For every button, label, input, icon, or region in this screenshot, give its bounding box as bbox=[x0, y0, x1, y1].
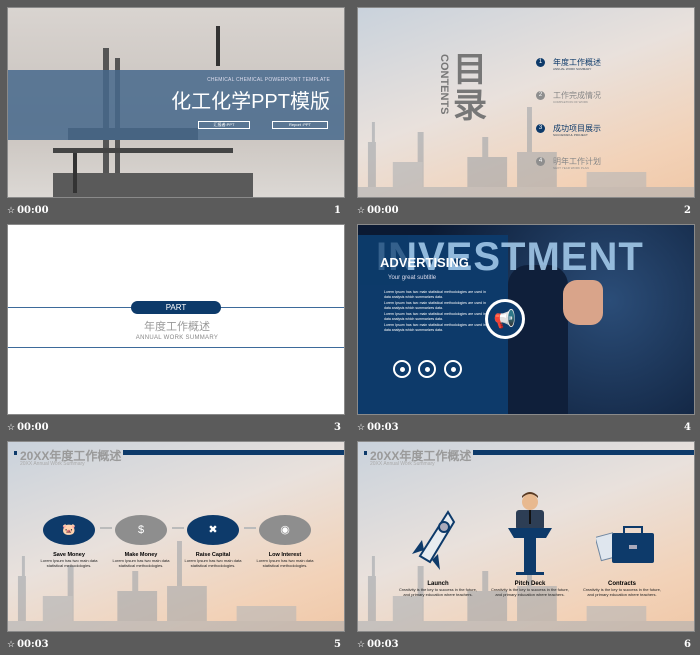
slide-thumbnail-6[interactable]: 20XX年度工作概述 20XX Annual Work Summary Laun… bbox=[357, 441, 695, 655]
slide-thumbnail-5[interactable]: 20XX年度工作概述 20XX Annual Work Summary 🐷 $ … bbox=[7, 441, 345, 655]
step-save-money: Save Money Lorem Ipsum has two main data … bbox=[40, 552, 98, 568]
slide-5: 20XX年度工作概述 20XX Annual Work Summary 🐷 $ … bbox=[7, 441, 345, 632]
contents-label: CONTENTS bbox=[438, 54, 450, 115]
megaphone-icon: 📢 bbox=[485, 299, 525, 339]
slide-timing: 00:00 bbox=[367, 205, 399, 216]
circle-icon bbox=[393, 360, 411, 378]
slide-number: 4 bbox=[684, 422, 691, 433]
refinery-silhouette bbox=[358, 107, 694, 197]
slide-number: 6 bbox=[684, 639, 691, 650]
slide-thumbnail-4[interactable]: INVESTMENT ADVERTISING Your great subtit… bbox=[357, 224, 695, 438]
step-low-interest: Low Interest Lorem Ipsum has two main dat… bbox=[256, 552, 314, 568]
section-title: 年度工作概述 bbox=[144, 321, 210, 333]
briefcase-icon bbox=[596, 526, 654, 563]
slide-timing: 00:03 bbox=[367, 422, 399, 433]
slide-header-en: 20XX Annual Work Summary bbox=[20, 461, 85, 467]
slide-2: CONTENTS 目录 1 年度工作概述 ANNUAL WORK SUMMARY 2… bbox=[357, 7, 695, 198]
item-pitch-deck: Pitch Deck Creativity is the key to succe… bbox=[490, 581, 570, 597]
slide-number: 3 bbox=[334, 422, 341, 433]
animation-star-icon: ☆ bbox=[357, 423, 366, 433]
rocket-icon bbox=[412, 510, 456, 570]
slide-timing: 00:00 bbox=[17, 422, 49, 433]
item-launch: Launch Creativity is the key to success i… bbox=[398, 581, 478, 597]
header-bar bbox=[123, 450, 344, 455]
divider-line bbox=[8, 347, 344, 348]
slide-header-en: 20XX Annual Work Summary bbox=[370, 461, 435, 467]
header-bar bbox=[473, 450, 694, 455]
circle-icon bbox=[418, 360, 436, 378]
slide-footer: ☆ 00:03 5 bbox=[7, 639, 345, 653]
slide-thumbnail-1[interactable]: CHEMICAL CHEMICAL POWERPOINT TEMPLATE 化工… bbox=[7, 7, 345, 221]
businessman-image bbox=[508, 265, 568, 414]
slide-footer: ☆ 00:03 4 bbox=[357, 422, 695, 436]
animation-star-icon: ☆ bbox=[7, 206, 16, 216]
slide-footer: ☆ 00:00 3 bbox=[7, 422, 345, 436]
contents-title: 目录 bbox=[453, 51, 487, 125]
slide-timing: 00:00 bbox=[17, 205, 49, 216]
slide-thumbnail-3[interactable]: PART 年度工作概述 ANNUAL WORK SUMMARY ☆ 00:00 3 bbox=[7, 224, 345, 438]
slide-4: INVESTMENT ADVERTISING Your great subtit… bbox=[357, 224, 695, 415]
presenter-button: 汇报者:PPT bbox=[198, 121, 250, 129]
slide-footer: ☆ 00:03 6 bbox=[357, 639, 695, 653]
report-button: Report :PPT bbox=[272, 121, 328, 129]
slide-timing: 00:03 bbox=[17, 639, 49, 650]
animation-star-icon: ☆ bbox=[7, 423, 16, 433]
circle-icon bbox=[444, 360, 462, 378]
slide-6: 20XX年度工作概述 20XX Annual Work Summary Laun… bbox=[357, 441, 695, 632]
template-subtitle: CHEMICAL CHEMICAL POWERPOINT TEMPLATE bbox=[207, 77, 330, 83]
slide-footer: ☆ 00:00 2 bbox=[357, 205, 695, 219]
slide-subtitle: Your great subtitle bbox=[388, 275, 437, 281]
slide-1: CHEMICAL CHEMICAL POWERPOINT TEMPLATE 化工… bbox=[7, 7, 345, 198]
capital-icon: ✖ bbox=[187, 515, 239, 545]
slide-timing: 00:03 bbox=[367, 639, 399, 650]
slide-number: 5 bbox=[334, 639, 341, 650]
animation-star-icon: ☆ bbox=[357, 206, 366, 216]
slide-number: 1 bbox=[334, 205, 341, 216]
item-contracts: Contracts Creativity is the key to succes… bbox=[582, 581, 662, 597]
slide-3: PART 年度工作概述 ANNUAL WORK SUMMARY bbox=[7, 224, 345, 415]
money-hand-icon: $ bbox=[115, 515, 167, 545]
speaker-podium-icon bbox=[508, 492, 552, 575]
slide-title: 化工化学PPT模版 bbox=[171, 91, 330, 113]
step-raise-capital: Raise Capital Lorem Ipsum has two main da… bbox=[184, 552, 242, 568]
body-text: Lorem Ipsum has two main statistical met… bbox=[384, 290, 486, 332]
part-badge: PART bbox=[131, 301, 221, 314]
coins-icon: ◉ bbox=[259, 515, 311, 545]
slide-number: 2 bbox=[684, 205, 691, 216]
section-subtitle: ANNUAL WORK SUMMARY bbox=[135, 335, 219, 341]
slide-footer: ☆ 00:00 1 bbox=[7, 205, 345, 219]
step-make-money: Make Money Lorem Ipsum has two main data … bbox=[112, 552, 170, 568]
animation-star-icon: ☆ bbox=[357, 640, 366, 650]
pointing-hand bbox=[563, 280, 603, 325]
piggy-bank-icon: 🐷 bbox=[43, 515, 95, 545]
slide-title: ADVERTISING bbox=[380, 255, 469, 270]
refinery-silhouette bbox=[8, 541, 344, 631]
animation-star-icon: ☆ bbox=[7, 640, 16, 650]
slide-thumbnail-2[interactable]: CONTENTS 目录 1 年度工作概述 ANNUAL WORK SUMMARY 2… bbox=[357, 7, 695, 221]
